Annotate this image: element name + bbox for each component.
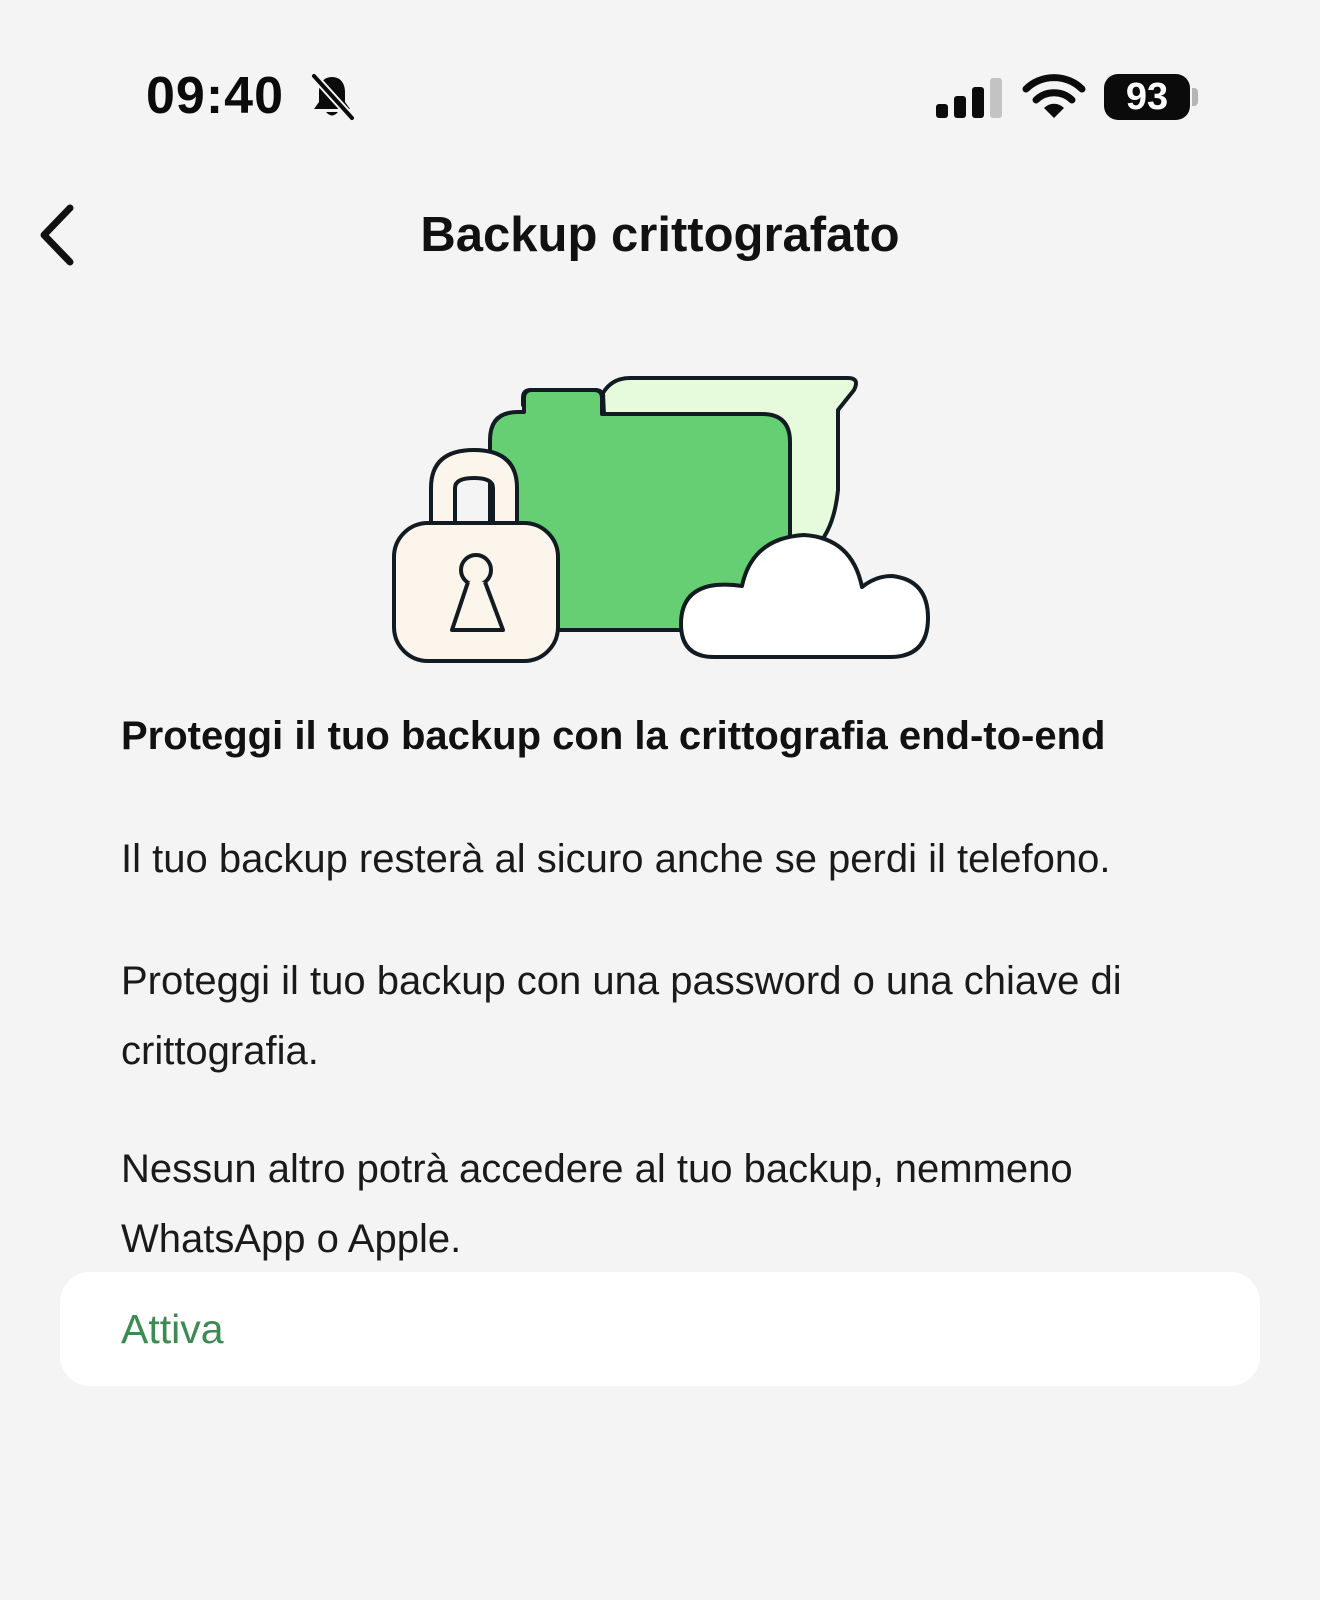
activate-button[interactable]: Attiva — [60, 1272, 1260, 1386]
paragraph-no-access: Nessun altro potrà accedere al tuo backu… — [121, 1147, 1073, 1261]
bell-slash-icon — [310, 72, 356, 122]
content-section: Proteggi il tuo backup con la crittograf… — [121, 706, 1221, 1274]
section-heading: Proteggi il tuo backup con la crittograf… — [121, 714, 1106, 758]
status-bar: 09:40 93 — [0, 0, 1320, 195]
paragraph-password-key: Proteggi il tuo backup con una password … — [121, 959, 1122, 1073]
battery-level: 93 — [1104, 74, 1190, 120]
status-time: 09:40 — [146, 67, 284, 125]
battery-indicator: 93 — [1104, 74, 1198, 120]
page-title: Backup crittografato — [420, 208, 900, 262]
lock-folder-cloud-illustration — [392, 376, 930, 663]
activate-button-label: Attiva — [121, 1306, 224, 1352]
paragraph-lost-phone: Il tuo backup resterà al sicuro anche se… — [121, 837, 1111, 881]
cellular-signal-icon — [936, 78, 1002, 118]
wifi-icon — [1022, 74, 1086, 118]
battery-cap — [1192, 88, 1198, 106]
